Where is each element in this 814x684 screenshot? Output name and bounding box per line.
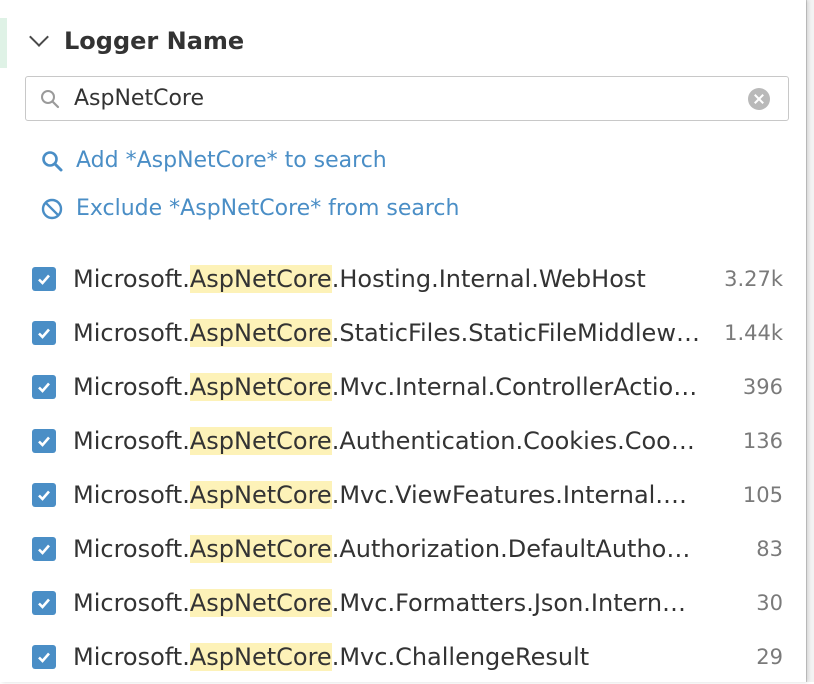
checkmark-icon xyxy=(38,544,50,555)
facet-row[interactable]: Microsoft.AspNetCore.Mvc.Formatters.Json… xyxy=(0,576,806,630)
facet-row[interactable]: Microsoft.AspNetCore.Mvc.ViewFeatures.In… xyxy=(0,468,806,522)
facet-label-suffix: .Authentication.Cookies.Coo… xyxy=(331,427,695,455)
clear-search-icon[interactable] xyxy=(748,87,770,110)
facet-row[interactable]: Microsoft.AspNetCore.Authentication.Cook… xyxy=(0,414,806,468)
facet-label-suffix: .Mvc.Formatters.Json.Intern… xyxy=(331,589,687,617)
facet-label-highlight: AspNetCore xyxy=(189,535,332,563)
facet-label: Microsoft.AspNetCore.Mvc.Formatters.Json… xyxy=(73,589,713,617)
facet-label-suffix: .Mvc.ViewFeatures.Internal.… xyxy=(331,481,687,509)
facet-label-prefix: Microsoft. xyxy=(73,265,190,293)
facet-label-prefix: Microsoft. xyxy=(73,427,190,455)
facet-count: 83 xyxy=(756,537,783,561)
checkbox-checked[interactable] xyxy=(32,429,56,453)
facet-label-suffix: .StaticFiles.StaticFileMiddlew… xyxy=(331,319,700,347)
facet-label-suffix: .Mvc.ChallengeResult xyxy=(331,643,590,671)
facet-label-highlight: AspNetCore xyxy=(189,265,332,293)
checkbox-checked[interactable] xyxy=(32,321,56,345)
facet-label-highlight: AspNetCore xyxy=(189,319,332,347)
facet-title: Logger Name xyxy=(64,27,245,55)
facet-search-input[interactable] xyxy=(74,86,748,111)
facet-label: Microsoft.AspNetCore.Authentication.Cook… xyxy=(73,427,713,455)
facet-label: Microsoft.AspNetCore.Hosting.Internal.We… xyxy=(73,265,713,293)
facet-label: Microsoft.AspNetCore.Mvc.ViewFeatures.In… xyxy=(73,481,713,509)
facet-label-suffix: .Authorization.DefaultAutho… xyxy=(331,535,691,563)
checkmark-icon xyxy=(38,274,50,285)
facet-label-highlight: AspNetCore xyxy=(189,589,332,617)
facet-label-prefix: Microsoft. xyxy=(73,535,190,563)
facet-label-prefix: Microsoft. xyxy=(73,373,190,401)
facet-label-suffix: .Mvc.Internal.ControllerActio… xyxy=(331,373,698,401)
checkmark-icon xyxy=(38,382,50,393)
checkbox-checked[interactable] xyxy=(32,537,56,561)
facet-label-prefix: Microsoft. xyxy=(73,589,190,617)
facet-label-highlight: AspNetCore xyxy=(189,481,332,509)
facet-label-prefix: Microsoft. xyxy=(73,481,190,509)
facet-label: Microsoft.AspNetCore.Mvc.Internal.Contro… xyxy=(73,373,713,401)
facet-count: 29 xyxy=(756,645,783,669)
ban-icon xyxy=(41,198,63,219)
checkmark-icon xyxy=(38,652,50,663)
facet-label-suffix: .Hosting.Internal.WebHost xyxy=(331,265,646,293)
checkbox-checked[interactable] xyxy=(32,645,56,669)
facet-label-highlight: AspNetCore xyxy=(189,427,332,455)
exclude-from-search-label: Exclude *AspNetCore* from search xyxy=(76,196,460,221)
facet-row[interactable]: Microsoft.AspNetCore.Mvc.ChallengeResult… xyxy=(0,630,806,684)
facet-count: 136 xyxy=(742,429,783,453)
facet-header[interactable]: Logger Name xyxy=(28,22,244,60)
facet-count: 105 xyxy=(742,483,783,507)
facet-search-box xyxy=(25,76,789,121)
checkbox-checked[interactable] xyxy=(32,267,56,291)
panel-accent-edge xyxy=(0,18,7,68)
background-log-column xyxy=(806,0,814,682)
facet-label: Microsoft.AspNetCore.Authorization.Defau… xyxy=(73,535,713,563)
facet-count: 1.44k xyxy=(724,321,783,345)
checkbox-checked[interactable] xyxy=(32,591,56,615)
facet-label-highlight: AspNetCore xyxy=(189,643,332,671)
add-to-search-link[interactable]: Add *AspNetCore* to search xyxy=(40,148,387,173)
checkbox-checked[interactable] xyxy=(32,483,56,507)
facet-count: 30 xyxy=(756,591,783,615)
facet-row[interactable]: Microsoft.AspNetCore.Authorization.Defau… xyxy=(0,522,806,576)
checkmark-icon xyxy=(38,328,50,339)
add-to-search-label: Add *AspNetCore* to search xyxy=(76,148,387,173)
chevron-down-icon[interactable] xyxy=(29,27,49,47)
search-icon xyxy=(42,150,63,171)
facet-row[interactable]: Microsoft.AspNetCore.Hosting.Internal.We… xyxy=(0,252,806,306)
facet-row[interactable]: Microsoft.AspNetCore.Mvc.Internal.Contro… xyxy=(0,360,806,414)
checkbox-checked[interactable] xyxy=(32,375,56,399)
checkmark-icon xyxy=(38,598,50,609)
checkmark-icon xyxy=(38,436,50,447)
search-icon xyxy=(41,89,60,108)
checkmark-icon xyxy=(38,490,50,501)
facet-count: 396 xyxy=(742,375,783,399)
facet-row[interactable]: Microsoft.AspNetCore.StaticFiles.StaticF… xyxy=(0,306,806,360)
exclude-from-search-link[interactable]: Exclude *AspNetCore* from search xyxy=(40,196,459,221)
facet-label: Microsoft.AspNetCore.Mvc.ChallengeResult xyxy=(73,643,713,671)
facet-label: Microsoft.AspNetCore.StaticFiles.StaticF… xyxy=(73,319,713,347)
logger-name-facet-panel: Logger Name Add *AspNetCore* to search E… xyxy=(0,0,806,682)
facet-count: 3.27k xyxy=(724,267,783,291)
facet-label-prefix: Microsoft. xyxy=(73,319,190,347)
facet-label-prefix: Microsoft. xyxy=(73,643,190,671)
facet-label-highlight: AspNetCore xyxy=(189,373,332,401)
